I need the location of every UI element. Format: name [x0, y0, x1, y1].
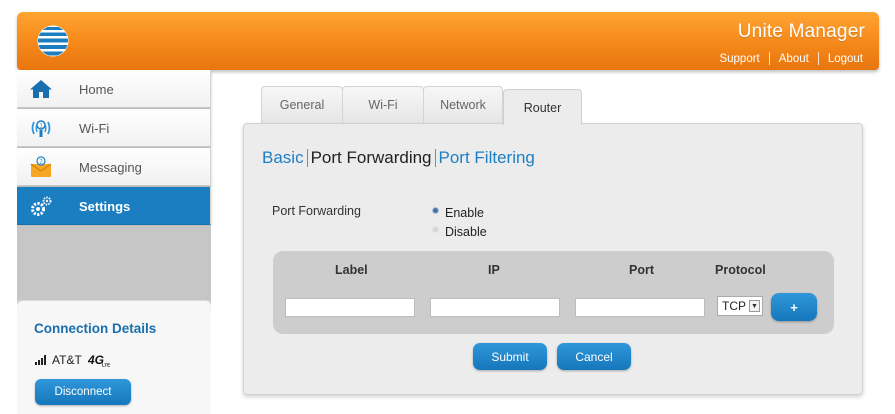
tab-network[interactable]: Network [423, 86, 503, 123]
connection-details-title: Connection Details [34, 321, 157, 336]
port-forwarding-label: Port Forwarding [272, 204, 361, 218]
logout-link[interactable]: Logout [828, 53, 863, 65]
rule-label-input[interactable] [285, 298, 415, 317]
add-rule-button[interactable]: + [771, 293, 817, 321]
disable-radio[interactable] [432, 225, 439, 233]
tab-wifi[interactable]: Wi-Fi [342, 86, 424, 123]
subnav-port-filtering-link[interactable]: Port Filtering [439, 148, 535, 168]
sidebar: Home 1 Wi-Fi 2 Messaging Settings Connec… [17, 70, 211, 414]
chevron-down-icon: ▼ [749, 300, 760, 312]
enable-radio-option[interactable]: Enable [432, 206, 484, 220]
4g-lte-icon: 4G LTE [88, 353, 110, 367]
sidebar-item-wifi[interactable]: 1 Wi-Fi [17, 109, 211, 147]
about-link[interactable]: About [779, 53, 809, 65]
sidebar-item-label: Wi-Fi [79, 121, 110, 136]
column-header-port: Port [629, 263, 654, 277]
envelope-icon: 2 [30, 156, 52, 177]
header-links: Support About Logout [719, 52, 863, 65]
disable-radio-label: Disable [445, 225, 487, 239]
disable-radio-option[interactable]: Disable [432, 225, 487, 239]
rule-port-input[interactable] [575, 298, 705, 317]
sidebar-item-home[interactable]: Home [17, 70, 211, 108]
port-forwarding-rule-table: Label IP Port Protocol TCP ▼ + [273, 251, 834, 334]
subnav-port-forwarding: Port Forwarding [310, 148, 432, 167]
link-divider [768, 52, 770, 65]
protocol-value: TCP [722, 299, 746, 313]
rule-ip-input[interactable] [430, 298, 560, 317]
home-icon [30, 80, 52, 98]
tab-router[interactable]: Router [503, 89, 582, 125]
sidebar-item-messaging[interactable]: 2 Messaging [17, 148, 211, 186]
router-subnav: Basic Port Forwarding Port Filtering [262, 148, 535, 168]
unite-manager-window: Unite Manager Support About Logout Home … [0, 0, 895, 414]
carrier-name: AT&T [52, 353, 82, 367]
subnav-divider [306, 149, 308, 167]
sidebar-item-settings[interactable]: Settings [17, 187, 211, 225]
submit-button[interactable]: Submit [473, 343, 547, 370]
column-header-protocol: Protocol [715, 263, 766, 277]
enable-radio-label: Enable [445, 206, 484, 220]
sidebar-spacer [17, 226, 211, 300]
link-divider [817, 52, 819, 65]
subnav-divider [434, 149, 436, 167]
enable-radio[interactable] [432, 206, 439, 214]
app-title: Unite Manager [737, 21, 865, 42]
tab-general[interactable]: General [261, 86, 343, 123]
att-globe-icon[interactable] [36, 24, 70, 58]
header-bar: Unite Manager Support About Logout [17, 12, 879, 70]
protocol-select[interactable]: TCP ▼ [717, 296, 763, 316]
subnav-basic-link[interactable]: Basic [262, 148, 304, 168]
sidebar-item-label: Home [79, 82, 114, 97]
cancel-button[interactable]: Cancel [557, 343, 631, 370]
svg-text:LTE: LTE [102, 363, 110, 368]
column-header-label: Label [335, 263, 368, 277]
connection-details-panel: Connection Details AT&T 4G LTE Disconnec… [17, 300, 211, 414]
wifi-icon: 1 [31, 120, 51, 137]
column-header-ip: IP [488, 263, 500, 277]
router-settings-panel: Basic Port Forwarding Port Filtering Por… [243, 123, 863, 395]
support-link[interactable]: Support [719, 53, 759, 65]
sidebar-item-label: Settings [79, 199, 131, 214]
sidebar-item-label: Messaging [79, 160, 142, 175]
disconnect-button[interactable]: Disconnect [35, 379, 131, 405]
signal-strength-icon [35, 355, 46, 365]
carrier-row: AT&T 4G LTE [35, 353, 110, 367]
gear-icon [31, 196, 52, 216]
